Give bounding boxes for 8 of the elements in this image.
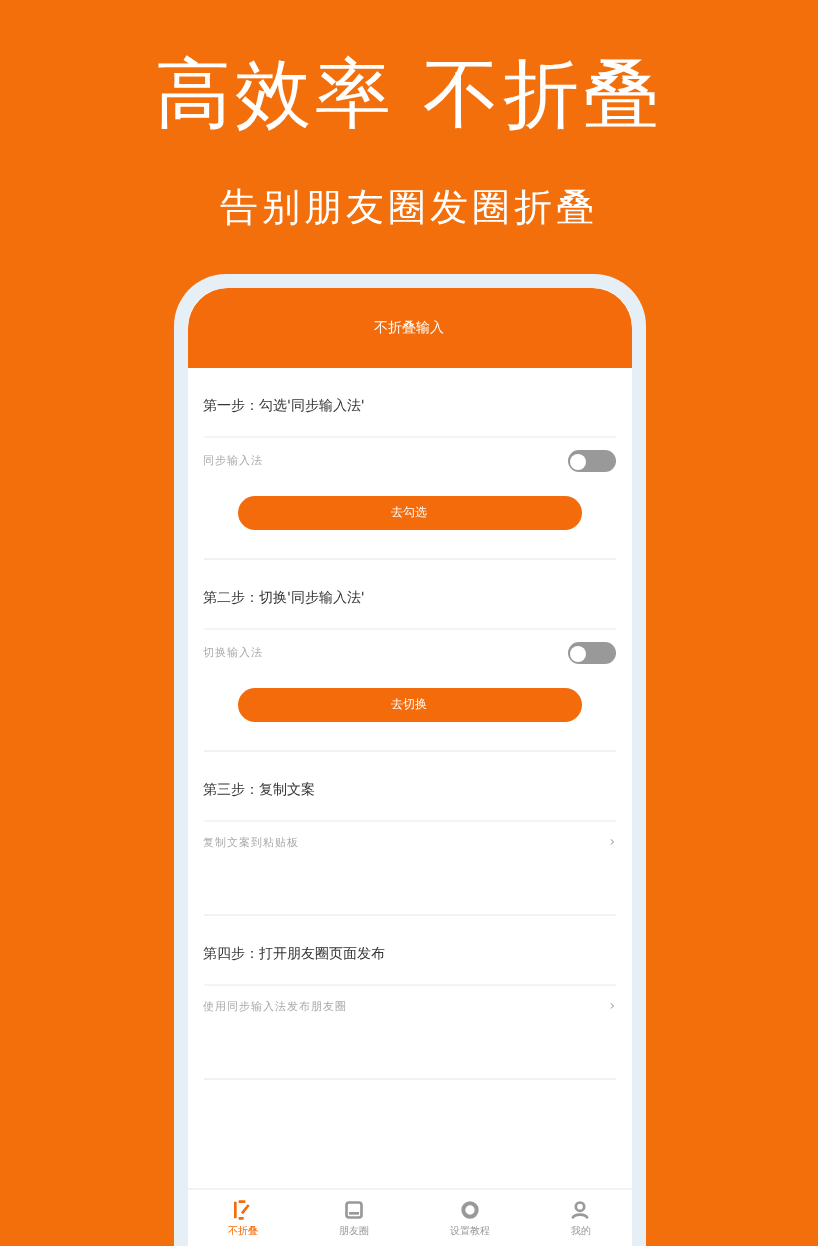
pen-icon (232, 1199, 253, 1219)
headline: 高效率 不折叠 (154, 48, 664, 142)
toggle-switch[interactable] (567, 450, 615, 472)
settings-icon (459, 1199, 480, 1219)
subtitle: 告别朋友圈发圈折叠 (220, 184, 598, 234)
toggle-switch[interactable] (567, 642, 615, 664)
image-icon (343, 1199, 364, 1219)
user-icon (570, 1199, 591, 1219)
